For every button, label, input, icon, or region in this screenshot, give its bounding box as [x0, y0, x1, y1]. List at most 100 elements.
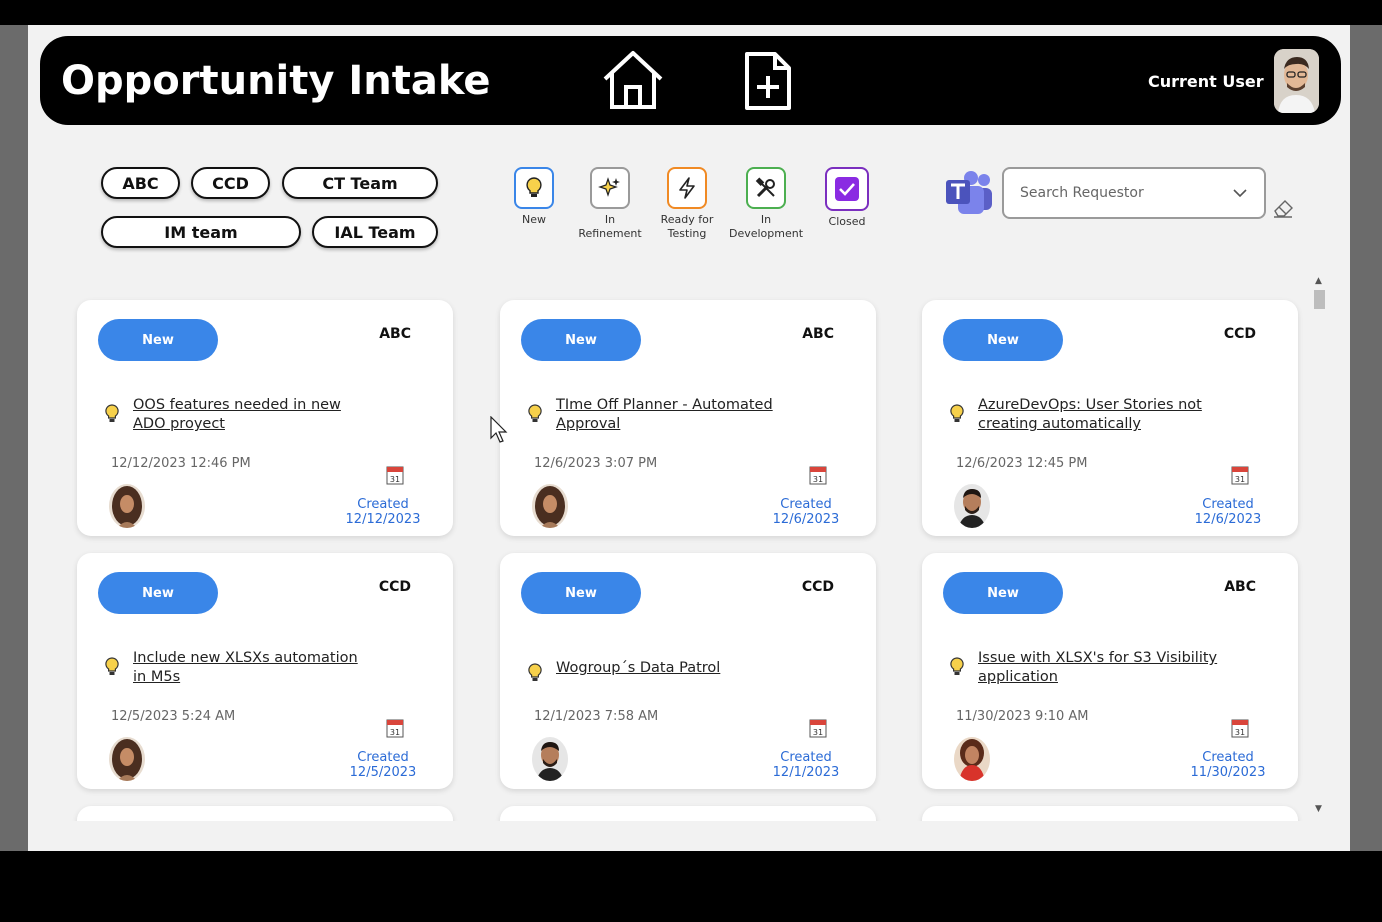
chevron-down-icon: [1233, 189, 1247, 198]
created-info: Created 12/6/2023: [1178, 497, 1278, 527]
status-filter-in-development[interactable]: In Development: [724, 167, 808, 241]
status-filter-closed[interactable]: Closed: [805, 167, 889, 229]
calendar-icon: 31: [1231, 466, 1249, 485]
left-frame: [0, 25, 28, 851]
status-badge[interactable]: New: [943, 572, 1063, 614]
created-date: 12/6/2023: [1194, 512, 1262, 527]
eraser-icon[interactable]: [1271, 197, 1295, 219]
opportunity-card-partial[interactable]: [500, 806, 876, 821]
card-datetime: 12/6/2023 3:07 PM: [534, 456, 658, 471]
created-label: Created: [357, 497, 409, 512]
status-badge[interactable]: New: [98, 319, 218, 361]
created-date: 11/30/2023: [1190, 765, 1266, 780]
requestor-avatar[interactable]: [954, 737, 990, 781]
card-datetime: 11/30/2023 9:10 AM: [956, 709, 1089, 724]
calendar-icon: 31: [809, 719, 827, 738]
card-datetime: 12/5/2023 5:24 AM: [111, 709, 236, 724]
lightbulb-icon: [950, 404, 964, 422]
home-icon[interactable]: [600, 49, 666, 111]
status-badge[interactable]: New: [943, 319, 1063, 361]
app-canvas: Opportunity Intake Current User ABC CCD …: [28, 25, 1350, 851]
mouse-cursor-icon: [490, 416, 508, 443]
opportunity-card[interactable]: New ABC TIme Off Planner - Automated App…: [500, 300, 876, 536]
status-badge[interactable]: New: [98, 572, 218, 614]
tools-icon: [755, 177, 775, 198]
calendar-icon: 31: [1231, 719, 1249, 738]
opportunity-card-partial[interactable]: [77, 806, 453, 821]
card-team-label: CCD: [801, 579, 834, 595]
team-filter-ct-team[interactable]: CT Team: [282, 167, 438, 199]
lightbulb-icon: [528, 663, 542, 681]
requestor-avatar[interactable]: [954, 484, 990, 528]
lightbulb-icon: [950, 657, 964, 675]
created-label: Created: [1202, 750, 1254, 765]
created-date: 12/6/2023: [772, 512, 840, 527]
lightbulb-icon: [526, 177, 542, 197]
svg-text:31: 31: [390, 475, 400, 484]
opportunity-title-link[interactable]: Wogroup´s Data Patrol: [556, 659, 796, 678]
calendar-icon: 31: [386, 719, 404, 738]
opportunity-title-link[interactable]: TIme Off Planner - Automated Approval: [556, 396, 796, 434]
svg-text:31: 31: [1235, 728, 1245, 737]
created-info: Created 12/6/2023: [756, 497, 856, 527]
created-label: Created: [780, 750, 832, 765]
card-datetime: 12/1/2023 7:58 AM: [534, 709, 659, 724]
search-requestor-dropdown[interactable]: Search Requestor: [1002, 167, 1266, 219]
card-team-label: CCD: [1223, 326, 1256, 342]
status-badge[interactable]: New: [521, 319, 641, 361]
opportunity-card[interactable]: New ABC Issue with XLSX's for S3 Visibil…: [922, 553, 1298, 789]
status-filter-ready-for-testing[interactable]: Ready for Testing: [645, 167, 729, 241]
created-label: Created: [1202, 497, 1254, 512]
opportunity-gallery: New ABC OOS features needed in new ADO p…: [28, 293, 1350, 821]
created-info: Created 12/12/2023: [333, 497, 433, 527]
created-label: Created: [357, 750, 409, 765]
status-label-ready-for-testing: Ready for Testing: [660, 213, 714, 240]
opportunity-card[interactable]: New CCD AzureDevOps: User Stories not cr…: [922, 300, 1298, 536]
lightning-icon: [679, 177, 695, 199]
opportunity-card-partial[interactable]: [922, 806, 1298, 821]
svg-text:31: 31: [390, 728, 400, 737]
card-team-label: ABC: [379, 326, 411, 342]
status-filter-new[interactable]: New: [492, 167, 576, 227]
current-user-label: Current User: [1148, 72, 1264, 91]
sparkles-icon: [598, 177, 620, 197]
created-date: 12/5/2023: [349, 765, 417, 780]
card-team-label: CCD: [378, 579, 411, 595]
svg-text:31: 31: [813, 475, 823, 484]
user-avatar[interactable]: [1274, 49, 1319, 113]
header-bar: Opportunity Intake Current User: [40, 36, 1341, 125]
new-document-icon[interactable]: [743, 50, 793, 112]
scroll-up-arrow[interactable]: ▲: [1315, 276, 1322, 286]
created-info: Created 11/30/2023: [1178, 750, 1278, 780]
opportunity-title-link[interactable]: Include new XLSXs automation in M5s: [133, 649, 373, 687]
created-date: 12/12/2023: [345, 512, 421, 527]
requestor-avatar[interactable]: [109, 484, 145, 528]
opportunity-card[interactable]: New CCD Include new XLSXs automation in …: [77, 553, 453, 789]
status-badge[interactable]: New: [521, 572, 641, 614]
created-info: Created 12/5/2023: [333, 750, 433, 780]
opportunity-title-link[interactable]: AzureDevOps: User Stories not creating a…: [978, 396, 1218, 434]
requestor-avatar[interactable]: [109, 737, 145, 781]
team-filter-ccd[interactable]: CCD: [191, 167, 270, 199]
opportunity-card[interactable]: New ABC OOS features needed in new ADO p…: [77, 300, 453, 536]
status-filter-in-refinement[interactable]: In Refinement: [568, 167, 652, 241]
status-label-closed: Closed: [828, 215, 866, 228]
card-datetime: 12/12/2023 12:46 PM: [111, 456, 251, 471]
card-team-label: ABC: [802, 326, 834, 342]
created-date: 12/1/2023: [772, 765, 840, 780]
page-title: Opportunity Intake: [61, 58, 491, 104]
opportunity-card[interactable]: New CCD Wogroup´s Data Patrol 12/1/2023 …: [500, 553, 876, 789]
requestor-avatar[interactable]: [532, 737, 568, 781]
calendar-icon: 31: [809, 466, 827, 485]
team-filter-im-team[interactable]: IM team: [101, 216, 301, 248]
calendar-icon: 31: [386, 466, 404, 485]
status-label-new: New: [522, 213, 546, 226]
microsoft-teams-icon[interactable]: [944, 170, 994, 216]
card-datetime: 12/6/2023 12:45 PM: [956, 456, 1088, 471]
opportunity-title-link[interactable]: OOS features needed in new ADO proyect: [133, 396, 373, 434]
team-filter-abc[interactable]: ABC: [101, 167, 180, 199]
requestor-avatar[interactable]: [532, 484, 568, 528]
created-label: Created: [780, 497, 832, 512]
team-filter-ial-team[interactable]: IAL Team: [312, 216, 438, 248]
opportunity-title-link[interactable]: Issue with XLSX's for S3 Visibility appl…: [978, 649, 1218, 687]
